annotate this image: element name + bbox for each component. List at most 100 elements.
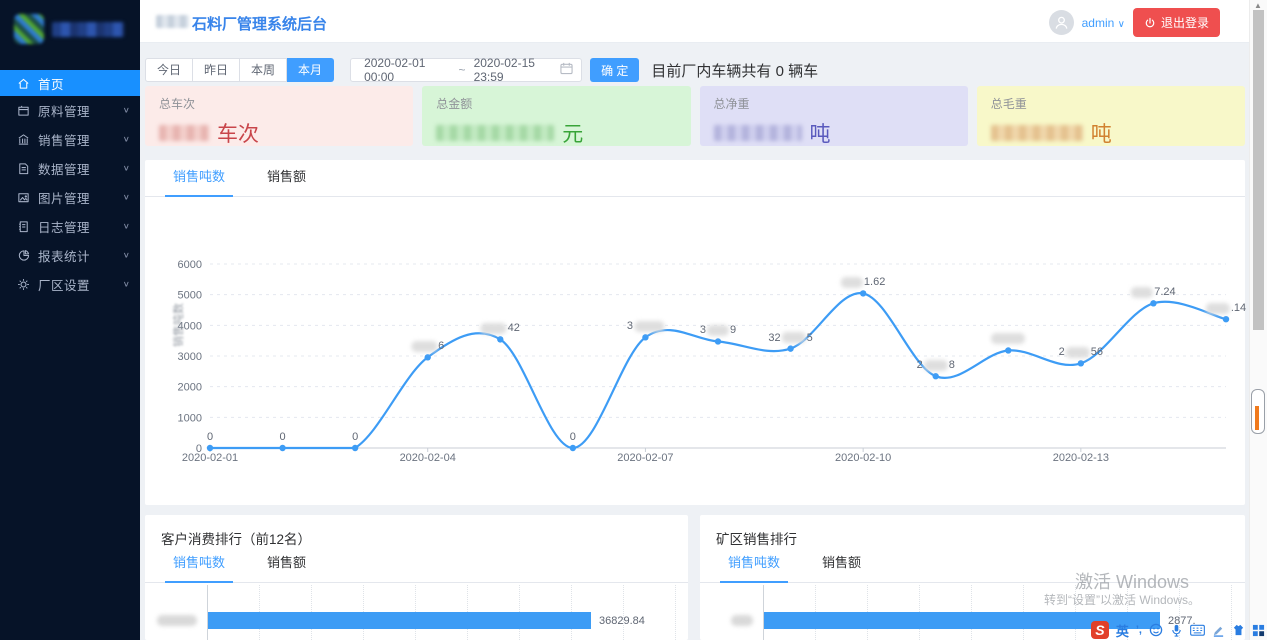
tab-sales-amount[interactable]: 销售额 [259, 166, 314, 196]
customer-ranking-panel: 客户消费排行（前12名） 销售吨数 销售额 36829.84 [145, 515, 688, 640]
quick-range-本月[interactable]: 本月 [287, 58, 334, 82]
username-dropdown[interactable]: admin ∨ [1082, 16, 1125, 30]
tab-mine-tons[interactable]: 销售吨数 [720, 552, 788, 582]
sidebar: 首页原料管理∨销售管理∨数据管理∨图片管理∨日志管理∨报表统计∨厂区设置∨ [0, 0, 140, 640]
stat-card-unit: 吨 [1091, 118, 1112, 148]
chevron-down-icon: ∨ [123, 164, 130, 173]
vehicle-count-text: 目前厂内车辆共有 0 辆车 [651, 60, 818, 81]
sidebar-item-label: 报表统计 [38, 246, 123, 265]
sidebar-item-2[interactable]: 销售管理∨ [0, 125, 140, 154]
avatar[interactable] [1049, 10, 1074, 35]
emoji-icon[interactable] [1149, 623, 1163, 637]
tab-mine-amount[interactable]: 销售额 [814, 552, 869, 582]
point-label-2020-02-14: 7.24 [1131, 286, 1175, 298]
gear-icon [17, 278, 30, 291]
sidebar-item-label: 销售管理 [38, 130, 123, 149]
stat-card-unit: 吨 [810, 118, 831, 148]
microphone-icon[interactable] [1170, 624, 1183, 637]
customer-bar-chart: 36829.84 [145, 579, 688, 640]
tab-cust-amount[interactable]: 销售额 [259, 552, 314, 582]
data-point-2020-02-15 [1223, 316, 1229, 322]
point-label-2020-02-07: 3 [627, 320, 664, 332]
ime-language-toggle[interactable]: 英 [1116, 621, 1129, 640]
sidebar-item-3[interactable]: 数据管理∨ [0, 154, 140, 183]
chevron-down-icon: ∨ [123, 135, 130, 144]
page-title: 石料厂管理系统后台 [192, 13, 327, 34]
floating-indicator-widget[interactable] [1251, 389, 1265, 434]
point-label-2020-02-12 [991, 333, 1025, 344]
filter-bar: 今日昨日本周本月 2020-02-01 00:00 ~ 2020-02-15 2… [145, 57, 818, 83]
gridline [675, 585, 676, 640]
quick-range-本周[interactable]: 本周 [240, 58, 287, 82]
sidebar-item-6[interactable]: 报表统计∨ [0, 241, 140, 270]
stat-card-unit: 元 [562, 118, 583, 148]
point-label-2020-02-02: 0 [280, 431, 286, 443]
toolbox-grid-icon[interactable] [1252, 624, 1265, 637]
svg-text:3000: 3000 [178, 351, 202, 363]
date-start-value: 2020-02-01 00:00 [364, 56, 450, 84]
data-point-2020-02-09 [787, 345, 793, 351]
stat-card-purple: 总净重吨 [700, 86, 968, 146]
mine-ranking-title: 矿区销售排行 [700, 515, 1245, 550]
svg-text:2020-02-01: 2020-02-01 [182, 452, 238, 464]
stat-value-redacted [436, 125, 554, 141]
y-axis-title: 销售吨数 [170, 303, 186, 347]
stat-card-label: 总车次 [159, 95, 399, 112]
quick-range-group: 今日昨日本周本月 [145, 58, 334, 82]
sidebar-item-5[interactable]: 日志管理∨ [0, 212, 140, 241]
point-label-2020-02-03: 0 [352, 431, 358, 443]
quick-range-今日[interactable]: 今日 [145, 58, 193, 82]
sidebar-item-label: 数据管理 [38, 159, 123, 178]
point-label-2020-02-06: 0 [570, 431, 576, 443]
stat-card-value: 吨 [714, 118, 954, 148]
skin-shirt-icon[interactable] [1232, 624, 1245, 636]
floating-indicator-fill [1255, 406, 1259, 430]
bar[interactable] [208, 612, 591, 629]
confirm-button[interactable]: 确 定 [590, 58, 639, 82]
keyboard-icon[interactable] [1190, 624, 1205, 637]
logout-button[interactable]: 退出登录 [1133, 8, 1220, 37]
sidebar-item-home[interactable]: 首页 [0, 70, 140, 96]
stat-card-value: 吨 [991, 118, 1231, 148]
home-icon [17, 77, 30, 90]
scrollbar-up-arrow[interactable]: ▲ [1254, 1, 1262, 10]
gridline [623, 585, 624, 640]
tab-cust-tons[interactable]: 销售吨数 [165, 552, 233, 582]
handwriting-icon[interactable] [1212, 624, 1225, 637]
material-icon [17, 104, 30, 117]
customer-ranking-title: 客户消费排行（前12名） [145, 515, 688, 550]
ime-punctuation-toggle[interactable]: ’, [1136, 624, 1142, 636]
user-icon [1054, 15, 1069, 30]
data-point-2020-02-13 [1078, 360, 1084, 366]
piechart-icon [17, 249, 30, 262]
username-label: admin [1082, 16, 1115, 30]
svg-text:6000: 6000 [178, 259, 202, 271]
stat-card-label: 总毛重 [991, 95, 1231, 112]
app-window: 首页原料管理∨销售管理∨数据管理∨图片管理∨日志管理∨报表统计∨厂区设置∨ 石料… [0, 0, 1267, 640]
logo-text-redacted [52, 22, 124, 37]
stat-card-red: 总车次车次 [145, 86, 413, 146]
sidebar-item-label: 厂区设置 [38, 275, 123, 294]
stat-cards: 总车次车次总金额元总净重吨总毛重吨 [145, 86, 1245, 146]
sidebar-item-7[interactable]: 厂区设置∨ [0, 270, 140, 299]
data-point-2020-02-11 [933, 373, 939, 379]
point-label-2020-02-10: 1.62 [841, 276, 885, 288]
app-logo [0, 0, 140, 58]
sidebar-item-4[interactable]: 图片管理∨ [0, 183, 140, 212]
logout-label: 退出登录 [1161, 14, 1209, 31]
bank-icon [17, 133, 30, 146]
quick-range-昨日[interactable]: 昨日 [193, 58, 240, 82]
scrollbar-thumb[interactable] [1253, 10, 1264, 330]
calendar-icon[interactable] [560, 62, 573, 78]
date-range-picker[interactable]: 2020-02-01 00:00 ~ 2020-02-15 23:59 [350, 58, 582, 82]
sales-trend-panel: 销售吨数 销售额 销售吨数 01000200030004000500060002… [145, 160, 1245, 505]
tab-sales-tons[interactable]: 销售吨数 [165, 166, 233, 196]
stat-card-value: 车次 [159, 118, 399, 148]
data-point-2020-02-05 [497, 336, 503, 342]
browser-scrollbar[interactable]: ▲ [1249, 0, 1267, 640]
sidebar-item-1[interactable]: 原料管理∨ [0, 96, 140, 125]
sogou-logo-icon[interactable]: S [1091, 621, 1109, 639]
sidebar-menu: 首页原料管理∨销售管理∨数据管理∨图片管理∨日志管理∨报表统计∨厂区设置∨ [0, 70, 140, 299]
chevron-down-icon: ∨ [123, 106, 130, 115]
svg-text:2000: 2000 [178, 382, 202, 394]
